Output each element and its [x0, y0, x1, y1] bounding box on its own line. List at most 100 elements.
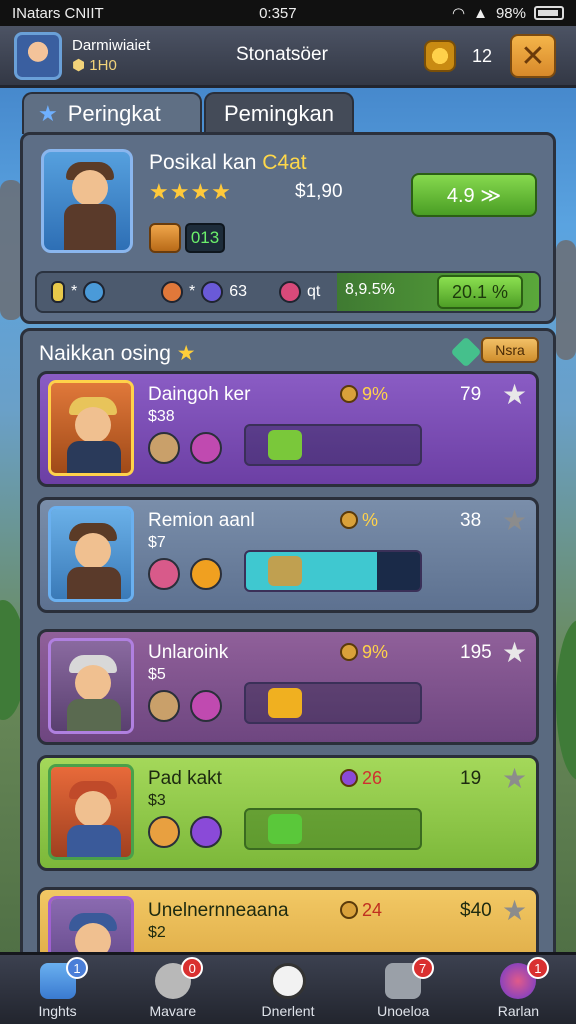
skill-shield-icon[interactable] — [190, 816, 222, 848]
rank-action-button[interactable]: 4.9 ≫ — [411, 173, 537, 217]
hero-skills — [148, 690, 222, 722]
favorite-star-icon[interactable]: ★ — [502, 378, 527, 411]
upgrade-bar[interactable] — [244, 550, 422, 592]
hero-portrait — [48, 506, 134, 602]
hero-price: $2 — [148, 924, 166, 941]
avatar[interactable] — [14, 31, 62, 80]
list-item[interactable]: Daingoh ker $38 9% 79 ★ — [37, 371, 539, 487]
upgrade-bar-fill — [246, 552, 377, 590]
nav-badge: 1 — [66, 957, 88, 979]
skill-orb-icon[interactable] — [190, 558, 222, 590]
favorite-star-icon[interactable]: ★ — [502, 636, 527, 669]
skill-compass-icon[interactable] — [148, 432, 180, 464]
close-icon: ✕ — [520, 39, 546, 73]
battery-icon — [534, 6, 564, 20]
stat-icon — [340, 511, 358, 529]
list-item[interactable]: Unlaroink $5 9% 195 ★ — [37, 629, 539, 745]
background-rock-left — [0, 180, 22, 320]
stat-icon — [340, 385, 358, 403]
hero-count: 79 — [460, 384, 482, 405]
gem-icon — [450, 336, 482, 368]
tab-ranking-alt[interactable]: Pemingkan — [204, 92, 354, 134]
battle-icon — [270, 963, 306, 999]
skill-flask-icon[interactable] — [148, 558, 180, 590]
star-icon: ★ — [38, 101, 58, 126]
upgrade-bar[interactable] — [244, 808, 422, 850]
hero-body — [67, 567, 121, 599]
close-button[interactable]: ✕ — [510, 34, 556, 78]
stat-icon — [340, 643, 358, 661]
list-item[interactable]: Pad kakt $3 26 19 ★ — [37, 755, 539, 871]
background-rock-right — [556, 240, 576, 360]
player-level: ⬢ 1H0 — [72, 56, 117, 74]
list-item[interactable]: Remion aanl $7 % 38 ★ — [37, 497, 539, 613]
green-gem-icon — [268, 814, 302, 844]
heart-icon — [279, 281, 301, 303]
coin-icon — [424, 40, 456, 72]
gold-gem-icon — [268, 688, 302, 718]
hero-price: $3 — [148, 792, 166, 809]
skill-potion-icon[interactable] — [190, 690, 222, 722]
hero-body — [67, 699, 121, 731]
nav-label: Dnerlent — [261, 1003, 315, 1019]
hero-count: 195 — [460, 642, 492, 663]
nav-item-home[interactable]: 1 Inghts — [0, 955, 115, 1024]
stat-icon — [340, 769, 358, 787]
tab-ranking-alt-label: Pemingkan — [223, 101, 335, 126]
coin-count: 12 — [472, 46, 493, 66]
rank-panel: Posikal kan C4at ★★★★ $1,90 4.9 ≫ 013 * … — [20, 132, 556, 324]
hero-body — [67, 441, 121, 473]
hero-count: 19 — [460, 768, 482, 789]
nav-item-ranking[interactable]: 1 Rarlan — [461, 955, 576, 1024]
favorite-star-icon[interactable]: ★ — [502, 504, 527, 537]
stat-total: 20.1 % — [437, 275, 523, 309]
skill-flask-icon[interactable] — [148, 816, 180, 848]
status-bar: INatars CNIIT 0:357 ◠ ▲ 98% — [0, 0, 576, 26]
rank-name: Posikal kan C4at — [149, 151, 307, 174]
more-button[interactable]: Nsra — [481, 337, 539, 363]
skill-potion-icon[interactable] — [190, 432, 222, 464]
shield-icon — [83, 281, 106, 303]
stat-item-3: qt — [279, 281, 320, 303]
rank-name-accent: C4at — [262, 151, 307, 174]
nav-item-heroes[interactable]: 0 Mavare — [115, 955, 230, 1024]
nav-item-battle[interactable]: Dnerlent — [230, 955, 345, 1024]
hero-stat: 24 — [340, 900, 382, 921]
hero-stat: % — [340, 510, 378, 531]
hero-price: $38 — [148, 408, 175, 425]
nav-badge: 1 — [526, 957, 549, 979]
nav-item-team[interactable]: 7 Unoeloa — [346, 955, 461, 1024]
clock: 0:357 — [259, 4, 297, 22]
hero-name: Remion aanl — [148, 510, 255, 531]
signal-icon: ▲ — [473, 4, 488, 22]
rank-score: $1,90 — [295, 181, 343, 202]
hero-stat: 9% — [340, 642, 388, 663]
favorite-star-icon[interactable]: ★ — [502, 894, 527, 927]
carrier-label: INatars CNIIT — [12, 4, 104, 22]
hero-body — [64, 204, 116, 250]
hero-name: Unelnernneaana — [148, 900, 289, 921]
tab-ranking[interactable]: ★ Peringkat — [22, 92, 202, 134]
bottom-nav: 1 Inghts 0 Mavare Dnerlent 7 Unoeloa 1 R… — [0, 952, 576, 1024]
bag-icon — [268, 556, 302, 586]
fire-icon — [161, 281, 183, 303]
skill-compass-icon[interactable] — [148, 690, 180, 722]
battery-percent: 98% — [495, 4, 526, 22]
stat-item-1: * — [51, 281, 106, 303]
favorite-star-icon[interactable]: ★ — [502, 762, 527, 795]
hero-face — [72, 170, 108, 206]
upgrade-bar[interactable] — [244, 424, 422, 466]
stat-icon — [340, 901, 358, 919]
magic-icon — [201, 281, 224, 303]
hero-portrait — [48, 380, 134, 476]
rank-badge-icon — [149, 223, 181, 253]
nav-label: Mavare — [149, 1003, 197, 1019]
upgrade-bar[interactable] — [244, 682, 422, 724]
star-icon: ★ — [176, 342, 196, 365]
hero-stat: 26 — [340, 768, 382, 789]
hero-count: 38 — [460, 510, 482, 531]
nav-label: Inghts — [38, 1003, 77, 1019]
hero-portrait[interactable] — [41, 149, 133, 253]
list-title: Naikkan osing ★ — [39, 342, 196, 365]
wifi-icon: ◠ — [452, 5, 466, 22]
